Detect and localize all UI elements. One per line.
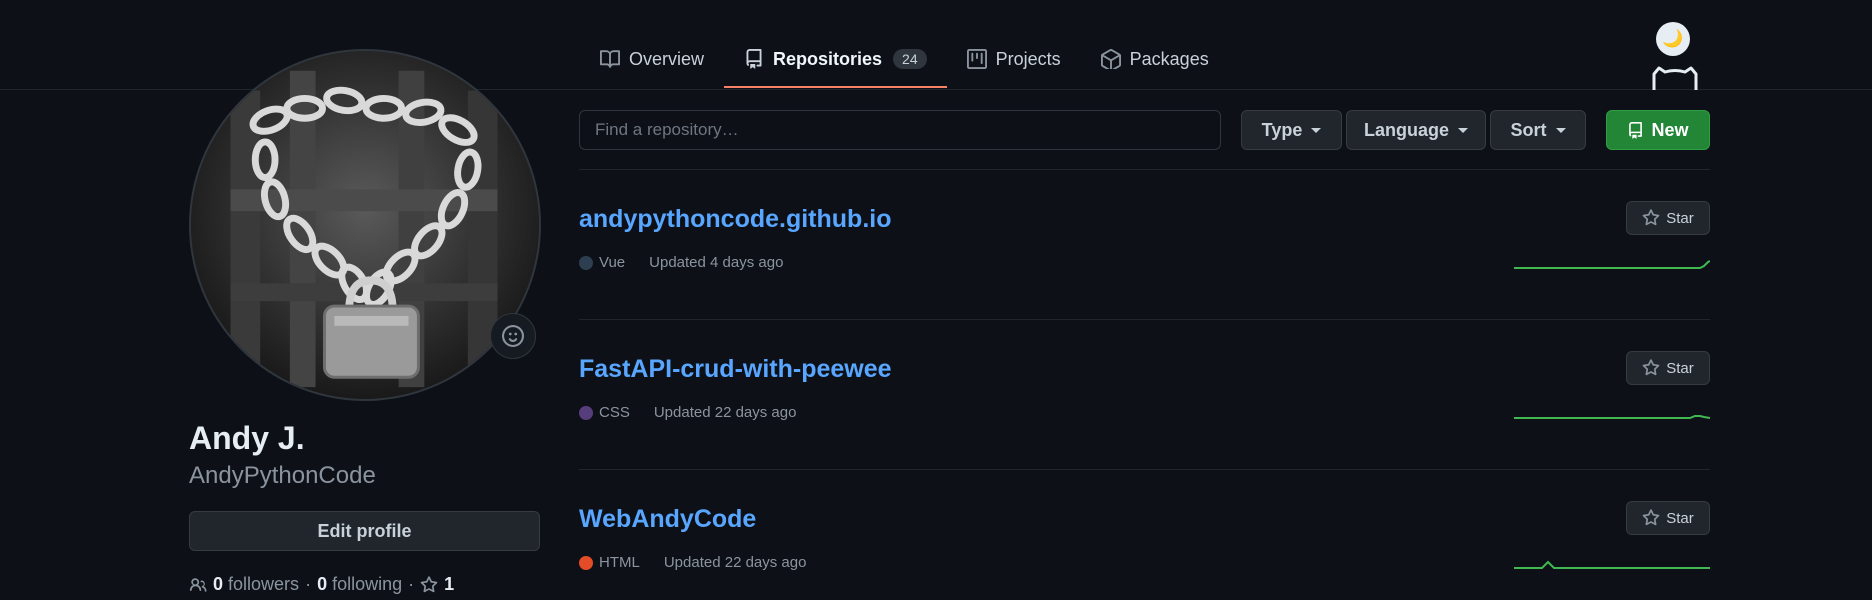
smiley-icon (502, 325, 524, 347)
tab-overview[interactable]: Overview (580, 30, 724, 88)
tab-label: Packages (1129, 48, 1209, 69)
avatar[interactable] (189, 49, 541, 401)
repo-updated: Updated 22 days ago (653, 404, 797, 421)
repo-updated: Updated 22 days ago (663, 554, 807, 571)
type-filter-label: Type (1261, 119, 1303, 140)
repo-language: Vue (599, 254, 626, 271)
tab-label: Projects (995, 48, 1061, 69)
repo-meta: HTML Updated 22 days ago (579, 554, 806, 571)
star-button[interactable]: Star (1626, 201, 1710, 235)
moon-icon: 🌙 (1662, 29, 1684, 48)
repo-list-item: FastAPI-crud-with-peewee CSS Updated 22 … (579, 320, 1710, 470)
book-icon (600, 50, 620, 68)
profile-tabs: Overview Repositories 24 Projects Packag… (580, 30, 1229, 90)
follow-stats: 0 followers · 0 following · 1 (189, 574, 454, 595)
repo-meta: Vue Updated 4 days ago (579, 254, 783, 271)
star-icon (1642, 209, 1660, 226)
star-label: Star (1666, 359, 1694, 377)
following-label: following (332, 574, 403, 594)
new-repo-button[interactable]: New (1606, 110, 1710, 150)
repo-icon (1629, 121, 1643, 139)
repo-name-link[interactable]: andypythoncode.github.io (579, 205, 891, 234)
repo-language: CSS (599, 404, 630, 421)
octocat-icon (1652, 66, 1698, 90)
tab-repositories[interactable]: Repositories 24 (724, 30, 947, 88)
repo-search-input[interactable] (579, 110, 1221, 150)
stars-count[interactable]: 1 (444, 574, 454, 595)
star-label: Star (1666, 509, 1694, 527)
language-color-dot (579, 555, 593, 570)
star-button[interactable]: Star (1626, 351, 1710, 385)
activity-sparkline (1514, 560, 1710, 569)
following-count: 0 (317, 574, 328, 594)
caret-down-icon (1458, 127, 1468, 133)
language-filter-button[interactable]: Language (1346, 110, 1486, 150)
star-label: Star (1666, 209, 1694, 227)
repo-icon (746, 49, 762, 69)
project-icon (966, 49, 987, 69)
caret-down-icon (1555, 127, 1566, 133)
following-link[interactable]: 0 following (317, 574, 402, 595)
language-filter-label: Language (1363, 119, 1449, 140)
repo-language: HTML (599, 554, 640, 571)
profile-username: AndyPythonCode (189, 462, 376, 489)
star-icon (420, 575, 438, 592)
repo-updated: Updated 4 days ago (649, 254, 784, 271)
followers-link[interactable]: 0 followers (213, 574, 299, 595)
tab-label: Overview (629, 48, 705, 69)
activity-sparkline (1514, 415, 1710, 419)
repo-name-link[interactable]: WebAndyCode (579, 505, 756, 534)
followers-label: followers (228, 574, 300, 594)
type-filter-button[interactable]: Type (1241, 110, 1342, 150)
repo-list-item: andypythoncode.github.io Vue Updated 4 d… (579, 170, 1710, 320)
repo-name-link[interactable]: FastAPI-crud-with-peewee (579, 355, 892, 384)
people-icon (189, 577, 207, 592)
sort-filter-button[interactable]: Sort (1490, 110, 1586, 150)
profile-fullname: Andy J. (189, 420, 305, 456)
star-icon (1642, 509, 1660, 526)
repo-count-badge: 24 (893, 49, 927, 69)
avatar-image (191, 51, 539, 399)
language-color-dot (579, 405, 593, 420)
activity-sparkline (1514, 260, 1710, 269)
tab-projects[interactable]: Projects (947, 30, 1081, 88)
followers-count: 0 (213, 574, 224, 594)
separator: · (408, 574, 415, 594)
star-button[interactable]: Star (1626, 501, 1710, 535)
star-icon (1642, 359, 1660, 376)
tab-packages[interactable]: Packages (1081, 30, 1229, 88)
package-icon (1100, 49, 1121, 69)
new-repo-label: New (1651, 119, 1689, 140)
separator: · (305, 574, 312, 594)
repo-meta: CSS Updated 22 days ago (579, 404, 796, 421)
set-status-button[interactable] (490, 313, 536, 359)
edit-profile-button[interactable]: Edit profile (189, 511, 540, 551)
tab-label: Repositories (773, 48, 883, 69)
caret-down-icon (1311, 127, 1322, 133)
theme-toggle-button[interactable]: 🌙 (1656, 22, 1690, 56)
repo-list-item: WebAndyCode HTML Updated 22 days ago Sta… (579, 470, 1710, 600)
sort-filter-label: Sort (1510, 119, 1547, 140)
language-color-dot (579, 255, 593, 270)
